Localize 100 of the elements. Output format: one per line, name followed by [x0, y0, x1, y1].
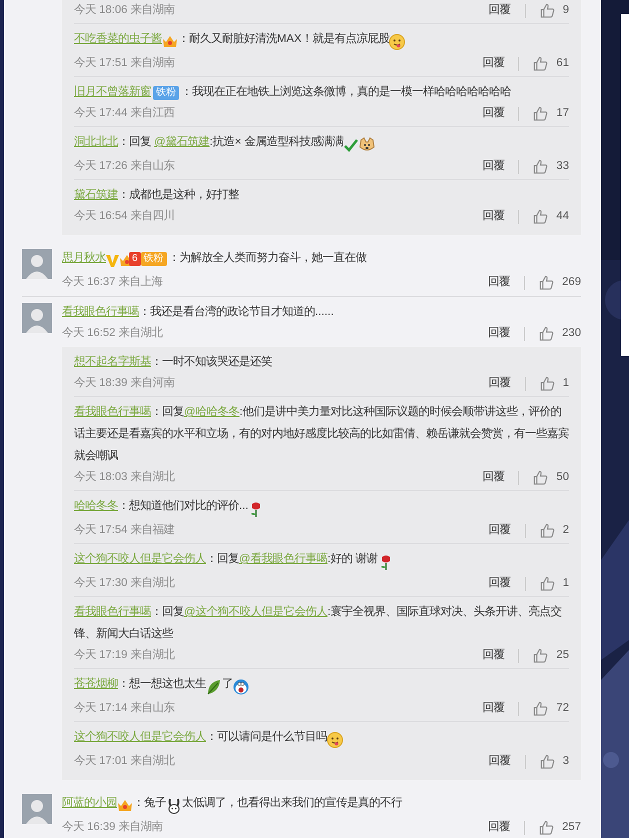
user-name[interactable]: 阿蓝的小园	[62, 797, 117, 809]
thumbs-up-icon[interactable]	[533, 159, 548, 174]
like-count: 2	[562, 523, 569, 538]
comment-text: 黛石筑建：成都也是这种，好打整	[74, 187, 240, 203]
thumbs-up-icon[interactable]	[540, 376, 555, 391]
tongue-emoji-icon	[389, 31, 406, 53]
user-name[interactable]: 旧月不曾落新窗	[74, 86, 151, 98]
like-count: 230	[562, 326, 581, 342]
fan-badge: 铁粉	[140, 252, 167, 266]
comment-time: 今天 17:51 来自湖南	[74, 56, 176, 72]
avatar[interactable]	[22, 249, 52, 279]
comment-text: 看我眼色行事噶：回复@哈哈冬冬:他们是讲中美力量对比这种国际议题的时候会顺带讲这些，评价的话主要还是看嘉宾的水平和立场，有的对内地好感度比较高的比如雷倩、赖岳谦就会赞赏，有一些嘉宾就会嘲讽	[74, 404, 569, 464]
level-badge: 6	[129, 252, 141, 266]
reply-button[interactable]: 回覆	[482, 700, 504, 717]
comment-text: 思月秋水 6 铁粉 ：为解放全人类而努力奋斗，她一直在做	[62, 247, 581, 272]
thumbs-up-icon[interactable]	[533, 701, 548, 716]
mention-link[interactable]: @黛石筑建	[154, 136, 210, 148]
like-count: 9	[562, 3, 569, 18]
user-name[interactable]: 哈哈冬冬	[74, 500, 118, 512]
avatar[interactable]	[22, 794, 52, 824]
comment-time: 今天 17:19 来自湖北	[74, 648, 176, 664]
user-name[interactable]: 苍苍烟柳	[74, 678, 118, 690]
like-count: 33	[556, 159, 569, 174]
like-count: 50	[556, 470, 569, 486]
comment-time: 今天 17:44 来自江西	[74, 106, 176, 122]
mention-link[interactable]: @这个狗不咬人但是它会伤人	[184, 606, 328, 618]
comment-time: 今天 17:14 来自山东	[74, 700, 176, 716]
user-name[interactable]: 想不起名字斯基	[74, 356, 151, 368]
reply-button[interactable]: 回覆	[482, 469, 504, 486]
comment-time: 今天 17:54 来自福建	[74, 522, 176, 538]
mention-link[interactable]: @哈哈冬冬	[184, 406, 240, 418]
comment-text: 看我眼色行事噶：回复@这个狗不咬人但是它会伤人:寰宇全视界、国际直球对决、头条开讲、亮点交锋、新闻大白话这些	[74, 604, 563, 642]
like-count: 44	[556, 209, 569, 224]
comment-time: 今天 18:03 来自湖北	[74, 470, 176, 486]
like-count: 1	[562, 576, 569, 592]
like-count: 269	[562, 275, 581, 290]
comment-text: 阿蓝的小园 ：兔子 太低调了，也看得出来我们的宣传是真的不行	[62, 792, 581, 817]
comment-time: 今天 17:30 来自湖北	[74, 576, 176, 592]
like-count: 61	[556, 56, 569, 72]
thumbs-up-icon[interactable]	[539, 326, 554, 341]
fan-badge: 铁粉	[153, 86, 179, 100]
reply-button[interactable]: 回覆	[482, 158, 504, 175]
user-name[interactable]: 看我眼色行事噶	[62, 306, 139, 318]
reply-button[interactable]: 回覆	[488, 325, 510, 342]
comment-time: 今天 17:26 来自山东	[74, 158, 176, 174]
thumbs-up-icon[interactable]	[533, 648, 548, 663]
user-name[interactable]: 黛石筑建	[74, 189, 118, 201]
thumbs-up-icon[interactable]	[540, 754, 555, 769]
reply-button[interactable]: 回覆	[488, 753, 511, 770]
reply-button[interactable]: 回覆	[488, 274, 510, 291]
comment-text: 看我眼色行事噶：我还是看台湾的政论节目才知道的......	[62, 304, 335, 320]
comment-text: 哈哈冬冬：想知道他们对比的评价...	[74, 495, 569, 520]
comment-time: 今天 18:39 来自河南	[74, 376, 176, 392]
thumbs-up-icon[interactable]	[539, 275, 554, 290]
like-count: 72	[556, 701, 569, 716]
reply-button[interactable]: 回覆	[488, 375, 511, 392]
user-name[interactable]: 这个狗不咬人但是它会伤人	[74, 553, 206, 565]
thumbs-up-icon[interactable]	[539, 820, 554, 835]
user-name[interactable]: 看我眼色行事噶	[74, 606, 151, 618]
comment-time: 今天 16:37 来自上海	[62, 274, 164, 290]
thumbs-up-icon[interactable]	[533, 470, 548, 485]
like-count: 17	[556, 106, 569, 122]
comment-time: 今天 16:39 来自湖南	[62, 820, 164, 836]
tongue-emoji-icon	[327, 729, 343, 751]
reply-button[interactable]: 回覆	[482, 55, 504, 72]
comment-text: 旧月不曾落新窗 铁粉 ：我现在正在地铁上浏览这条微博，真的是一模一样哈哈哈哈哈哈哈	[74, 84, 512, 102]
like-count: 3	[562, 754, 569, 770]
user-name[interactable]: 这个狗不咬人但是它会伤人	[74, 731, 206, 743]
user-name[interactable]: 洞北北北	[74, 136, 118, 148]
comment-text: 洞北北北：回复 @黛石筑建:抗造× 金属造型科技感满满	[74, 131, 569, 156]
reply-button[interactable]: 回覆	[488, 2, 511, 19]
thumbs-up-icon[interactable]	[540, 523, 555, 538]
reply-button[interactable]: 回覆	[488, 819, 510, 836]
comment-text: 这个狗不咬人但是它会伤人：可以请问是什么节目吗	[74, 726, 569, 751]
user-name[interactable]: 不吃香菜的虫子酱	[74, 33, 162, 45]
comment-time: 今天 17:01 来自湖北	[74, 754, 176, 770]
like-count: 257	[562, 820, 581, 836]
user-name[interactable]: 思月秋水	[62, 252, 106, 264]
comment-time: 今天 18:06 来自湖南	[74, 2, 176, 18]
comment-text: 苍苍烟柳：想一想这也太生 了	[74, 673, 569, 698]
comment-text: 想不起名字斯基：一时不知该哭还是还笑	[74, 354, 273, 370]
user-name[interactable]: 看我眼色行事噶	[74, 406, 151, 418]
thumbs-up-icon[interactable]	[533, 106, 548, 121]
comment-text: 这个狗不咬人但是它会伤人：回复@看我眼色行事噶:好的 谢谢	[74, 548, 569, 573]
comment-time: 今天 16:52 来自湖北	[62, 326, 164, 342]
like-count: 1	[562, 376, 569, 392]
mention-link[interactable]: @看我眼色行事噶	[239, 553, 328, 565]
thumbs-up-icon[interactable]	[533, 209, 548, 224]
reply-button[interactable]: 回覆	[488, 575, 511, 592]
reply-button[interactable]: 回覆	[482, 208, 504, 225]
like-count: 25	[556, 648, 569, 664]
thumbs-up-icon[interactable]	[540, 3, 555, 18]
comment-text: 不吃香菜的虫子酱 ：耐久又耐脏好清洗MAX！就是有点凉屁股	[74, 28, 569, 53]
reply-button[interactable]: 回覆	[482, 647, 504, 664]
comment-time: 今天 16:54 来自四川	[74, 208, 176, 224]
avatar[interactable]	[22, 303, 52, 333]
thumbs-up-icon[interactable]	[540, 576, 555, 591]
reply-button[interactable]: 回覆	[482, 105, 504, 122]
reply-button[interactable]: 回覆	[488, 522, 511, 539]
thumbs-up-icon[interactable]	[533, 56, 548, 71]
